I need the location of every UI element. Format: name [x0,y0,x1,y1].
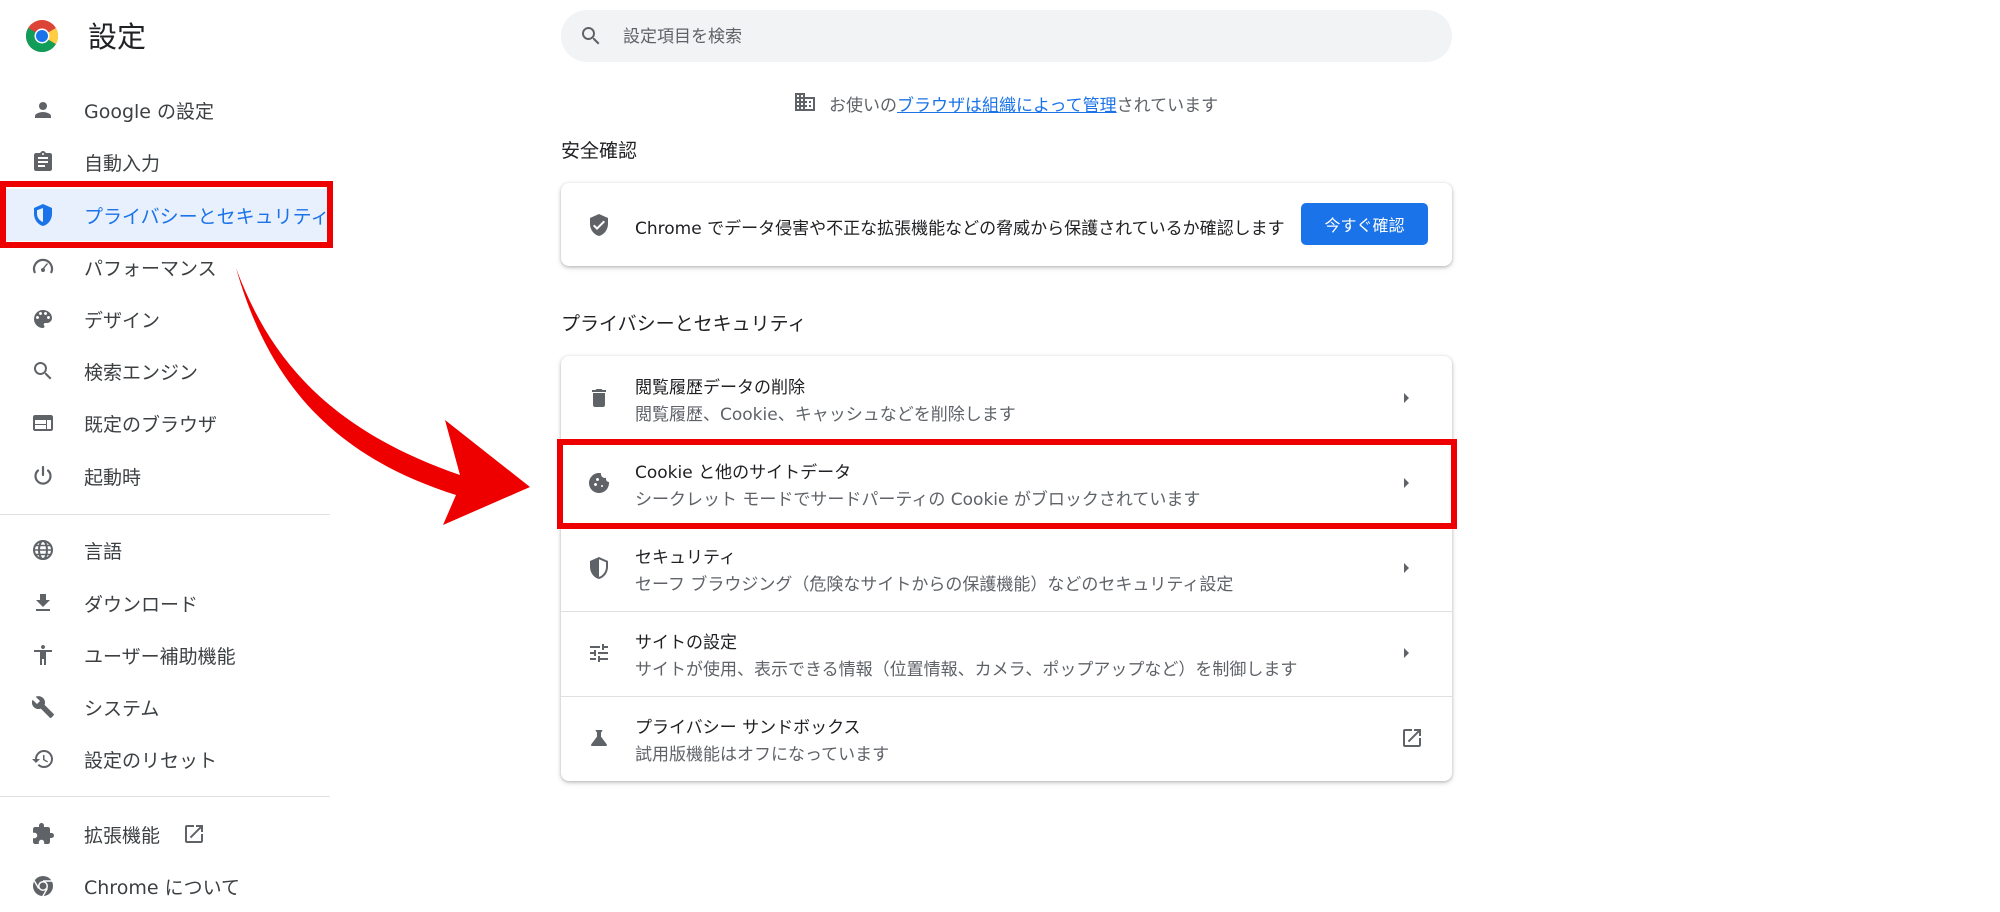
row-divider [561,441,1452,442]
sidebar-item-label: 検索エンジン [84,362,199,384]
sidebar-item-label: デザイン [84,310,161,332]
safety-check-card: Chrome でデータ侵害や不正な拡張機能などの脅威から保護されているか確認しま… [561,183,1452,266]
sidebar-item-about-chrome[interactable]: Chrome について [0,860,330,912]
sidebar-divider [0,514,330,515]
trash-icon [587,386,611,410]
sidebar-item-label: Chrome について [84,877,240,899]
row-divider [561,611,1452,612]
history-icon [31,747,55,771]
sidebar-item-label: 設定のリセット [84,750,218,772]
chevron-right-icon [1396,643,1416,667]
sidebar-item-label: 言語 [84,541,123,563]
sidebar-item-autofill[interactable]: 自動入力 [0,136,330,188]
flask-icon [587,726,611,750]
chevron-right-icon [1396,558,1416,582]
privacy-card: 閲覧履歴データの削除 閲覧履歴、Cookie、キャッシュなどを削除します Coo… [561,356,1452,781]
row-title: プライバシー サンドボックス [635,718,861,738]
privacy-section-heading: プライバシーとセキュリティ [561,313,807,335]
cookies-site-data-row[interactable]: Cookie と他のサイトデータ シークレット モードでサードパーティの Coo… [561,441,1452,526]
row-divider [561,526,1452,527]
chevron-right-icon [1396,473,1416,497]
accessibility-icon [31,643,55,667]
row-subtitle: シークレット モードでサードパーティの Cookie がブロックされています [635,490,1201,510]
chevron-right-icon [1396,388,1416,412]
sidebar-item-default-browser[interactable]: 既定のブラウザ [0,397,330,449]
sidebar-item-downloads[interactable]: ダウンロード [0,577,330,629]
cookie-icon [587,471,611,495]
power-icon [31,464,55,488]
row-title: 閲覧履歴データの削除 [635,378,805,398]
tune-icon [587,641,611,665]
clipboard-icon [31,150,55,174]
sidebar-item-search-engine[interactable]: 検索エンジン [0,345,330,397]
speedometer-icon [31,255,55,279]
browser-window-icon [31,411,55,435]
globe-icon [31,538,55,562]
site-settings-row[interactable]: サイトの設定 サイトが使用、表示できる情報（位置情報、カメラ、ポップアップなど）… [561,611,1452,696]
row-title: セキュリティ [635,548,736,568]
sidebar-item-label: プライバシーとセキュリティ [84,206,330,228]
row-title: Cookie と他のサイトデータ [635,463,852,483]
sidebar-item-accessibility[interactable]: ユーザー補助機能 [0,629,330,681]
row-title: サイトの設定 [635,633,737,653]
sidebar-item-label: システム [84,698,160,720]
puzzle-icon [31,822,55,846]
search-input[interactable] [621,22,1405,52]
row-subtitle: セーフ ブラウジング（危険なサイトからの保護機能）などのセキュリティ設定 [635,575,1234,595]
security-row[interactable]: セキュリティ セーフ ブラウジング（危険なサイトからの保護機能）などのセキュリテ… [561,526,1452,611]
clear-browsing-data-row[interactable]: 閲覧履歴データの削除 閲覧履歴、Cookie、キャッシュなどを削除します [561,356,1452,441]
sidebar-item-google-settings[interactable]: Google の設定 [0,84,330,136]
shield-half-icon [587,556,611,580]
sidebar-item-label: ユーザー補助機能 [84,646,236,668]
chrome-icon [31,874,55,898]
download-icon [31,591,55,615]
person-icon [31,98,55,122]
open-in-new-icon [1400,726,1424,754]
sidebar-item-extensions[interactable]: 拡張機能 [0,808,330,860]
sidebar-item-performance[interactable]: パフォーマンス [0,241,330,293]
shield-icon [31,203,55,227]
row-divider [561,696,1452,697]
sidebar-item-label: ダウンロード [84,594,199,616]
sidebar-item-reset-settings[interactable]: 設定のリセット [0,733,330,785]
wrench-icon [31,695,55,719]
row-subtitle: サイトが使用、表示できる情報（位置情報、カメラ、ポップアップなど）を制御します [635,660,1298,680]
chrome-logo-icon [25,20,59,53]
check-now-button[interactable]: 今すぐ確認 [1301,203,1428,245]
sidebar-item-system[interactable]: システム [0,681,330,733]
sidebar-item-label: Google の設定 [84,101,215,123]
sidebar-item-label: 拡張機能 [84,825,161,847]
sidebar-divider [0,796,330,797]
managed-notice-suffix: されています [1116,96,1219,116]
shield-check-icon [587,213,611,241]
managed-notice-prefix: お使いの [829,96,897,116]
sidebar-item-privacy-security[interactable]: プライバシーとセキュリティ [0,189,330,241]
search-icon [579,24,603,48]
row-subtitle: 試用版機能はオフになっています [635,745,890,765]
sidebar-item-label: パフォーマンス [84,258,217,280]
building-icon [793,90,817,119]
privacy-sandbox-row[interactable]: プライバシー サンドボックス 試用版機能はオフになっています [561,696,1452,781]
search-icon [31,359,55,383]
page-title: 設定 [88,20,147,54]
row-subtitle: 閲覧履歴、Cookie、キャッシュなどを削除します [635,405,1016,425]
sidebar-item-label: 既定のブラウザ [84,414,218,436]
managed-notice-link[interactable]: ブラウザは組織によって管理 [897,96,1117,116]
sidebar-item-languages[interactable]: 言語 [0,524,330,576]
open-in-new-icon [182,822,206,846]
sidebar-item-label: 自動入力 [84,153,161,175]
safety-check-heading: 安全確認 [561,140,638,162]
safety-check-description: Chrome でデータ侵害や不正な拡張機能などの脅威から保護されているか確認しま… [635,219,1285,239]
search-bar[interactable] [561,10,1452,62]
sidebar-item-label: 起動時 [84,467,142,489]
palette-icon [31,307,55,331]
sidebar-item-appearance[interactable]: デザイン [0,293,330,345]
sidebar-item-on-startup[interactable]: 起動時 [0,450,330,502]
